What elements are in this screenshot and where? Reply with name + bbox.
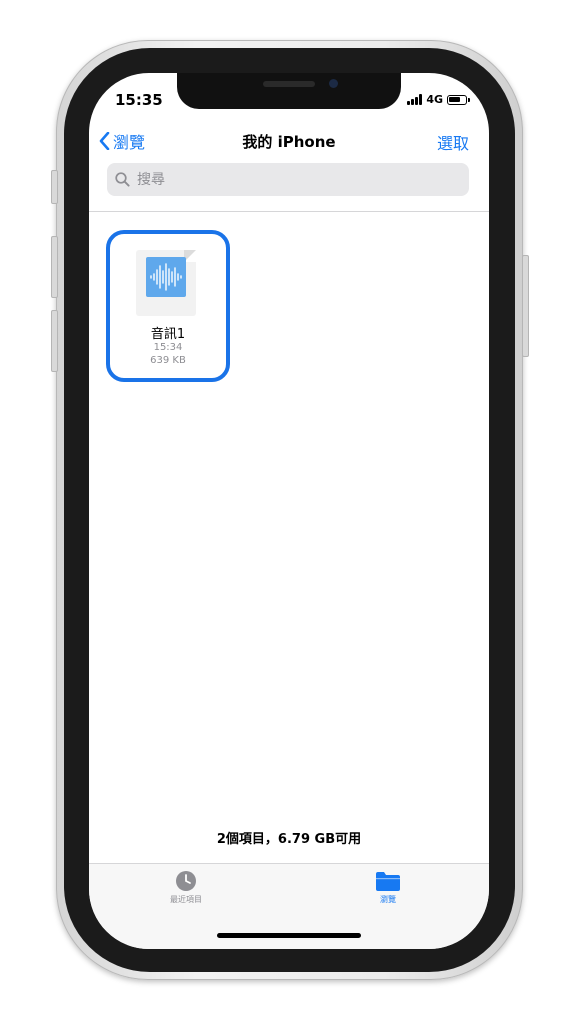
speaker [263,81,315,87]
search-bar[interactable] [107,163,469,196]
side-button-mute [51,170,58,204]
file-name: 音訊1 [150,327,186,342]
back-label: 瀏覽 [113,133,146,152]
tab-recents-label: 最近項目 [170,895,202,904]
select-button[interactable]: 選取 [437,130,469,154]
file-item-audio[interactable]: 音訊1 15:34 639 KB [106,230,230,382]
tab-browse[interactable]: 瀏覽 [353,870,423,905]
back-chevron-icon [99,132,110,150]
home-indicator[interactable] [217,933,361,938]
navigation-bar: 瀏覽 我的 iPhone 選取 [89,127,489,157]
status-time: 15:35 [115,91,163,109]
side-button-power [522,255,529,357]
notch [177,73,401,109]
folder-icon [376,872,400,891]
network-type: 4G [426,93,443,106]
tab-browse-label: 瀏覽 [380,895,396,904]
status-indicators: 4G [407,93,470,106]
search-icon [115,172,130,187]
file-thumbnail [136,250,196,316]
battery-icon [447,94,470,105]
file-time: 15:34 [153,342,183,353]
side-button-volume-down [51,310,58,372]
audio-waveform-icon [146,257,186,297]
tab-recents[interactable]: 最近項目 [151,870,221,905]
search-input[interactable] [135,170,439,189]
signal-icon [407,94,423,105]
storage-info: 2個項目，6.79 GB可用 [216,832,362,847]
page-title: 我的 iPhone [242,133,336,151]
front-camera [329,79,338,88]
clock-icon [176,871,196,891]
side-button-volume-up [51,236,58,298]
screen: 15:35 4G 瀏覽 我的 iPhone 選取 搜尋 音訊1 15:34 63… [89,73,489,949]
file-size: 639 KB [150,355,186,366]
header-divider [89,211,489,212]
back-button[interactable]: 瀏覽 [99,129,145,153]
